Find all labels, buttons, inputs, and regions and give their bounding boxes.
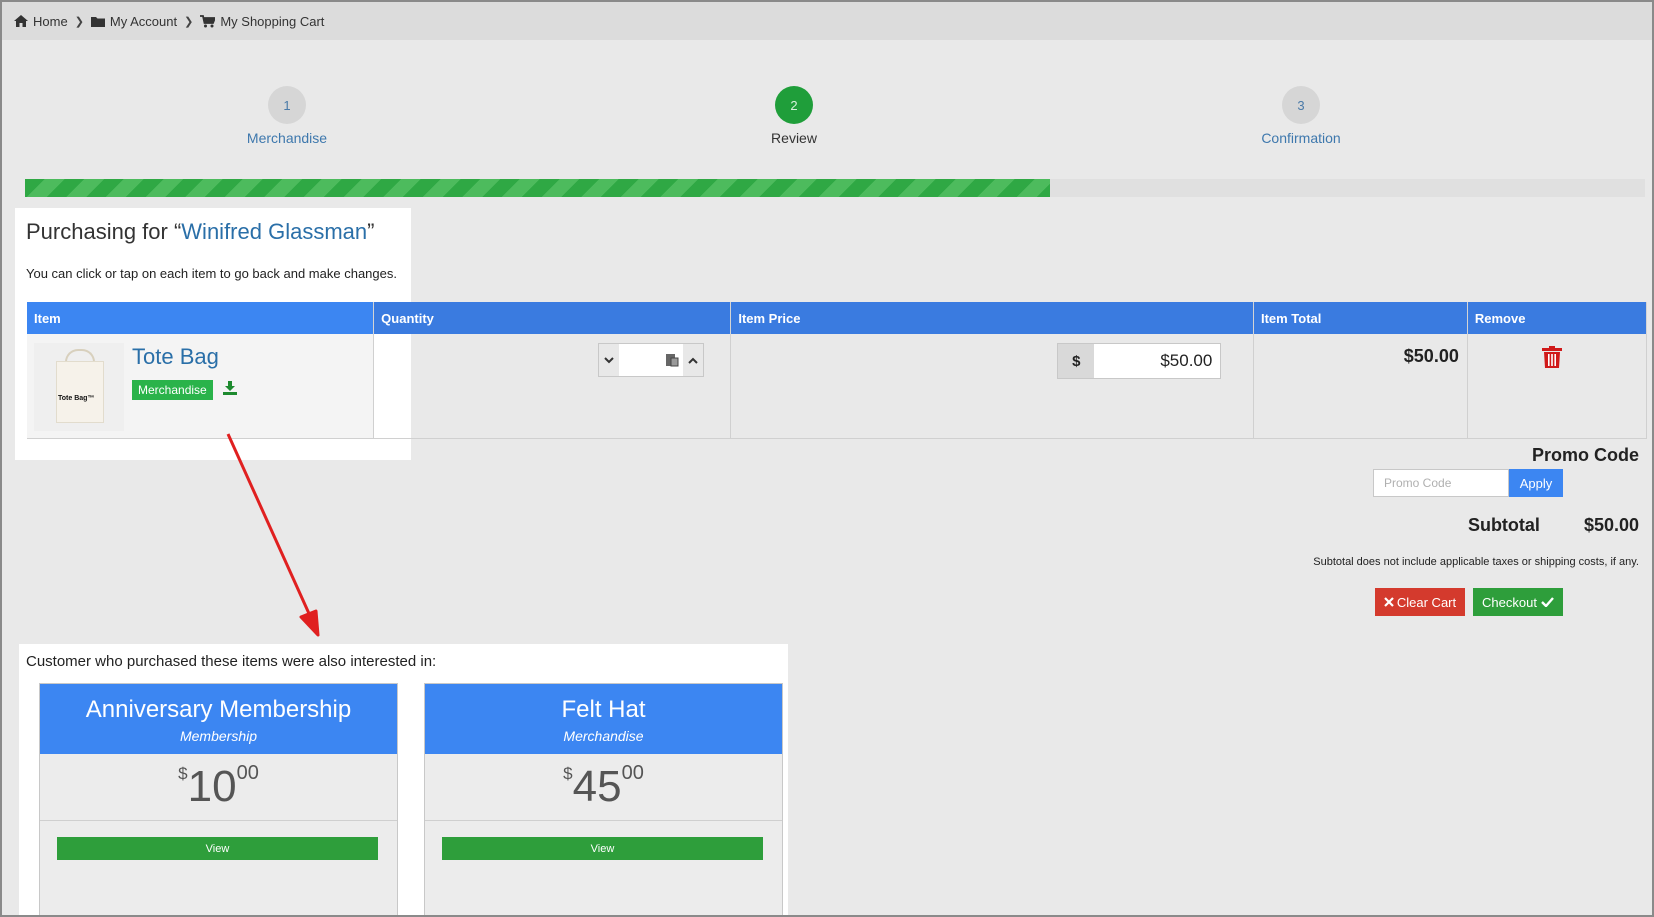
card-price-currency: $	[178, 764, 188, 783]
recommendation-card: Felt Hat Merchandise $4500 View	[424, 683, 783, 915]
card-price-cents: 00	[236, 762, 259, 784]
card-price: $1000	[40, 754, 397, 821]
card-price-currency: $	[563, 764, 573, 783]
card-subtitle: Membership	[179, 728, 258, 744]
view-button[interactable]: View	[57, 837, 378, 860]
card-price-dollars: 45	[572, 762, 622, 811]
card-price-cents: 00	[621, 762, 644, 784]
card-header: Anniversary Membership Membership	[40, 684, 397, 754]
arrow-shaft	[226, 433, 313, 619]
card-title: Felt Hat	[561, 696, 646, 723]
card-header: Felt Hat Merchandise	[425, 684, 782, 754]
card-price: $4500	[425, 754, 782, 821]
page-frame: Home ❯ My Account ❯ My Shopping Cart 1 M…	[0, 0, 1654, 917]
view-button[interactable]: View	[442, 837, 763, 860]
recommendations-title: Customer who purchased these items were …	[26, 653, 437, 670]
recommendation-card: Anniversary Membership Membership $1000 …	[39, 683, 398, 915]
card-price-dollars: 10	[187, 762, 237, 811]
card-subtitle: Merchandise	[563, 728, 644, 744]
arrow-head	[299, 609, 320, 637]
card-title: Anniversary Membership	[85, 696, 352, 723]
